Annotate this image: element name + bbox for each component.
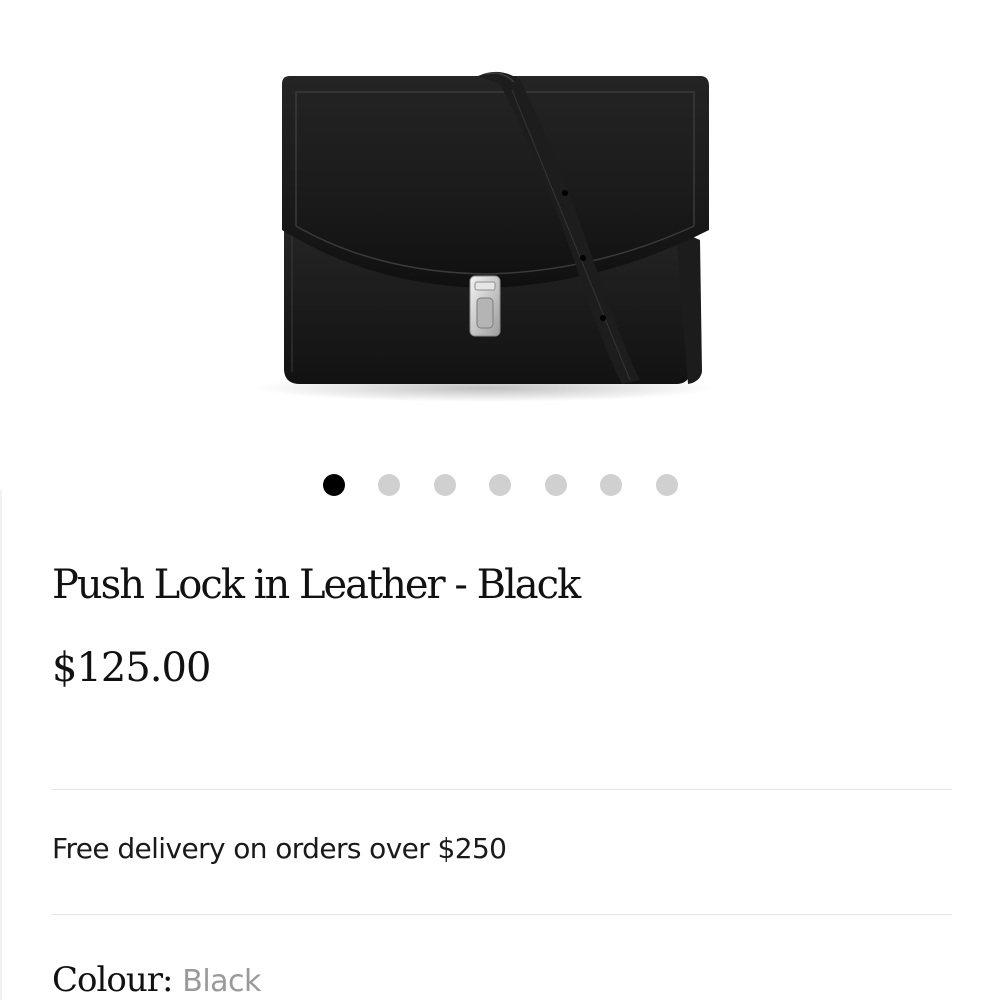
- colour-selector[interactable]: Colour: Black: [52, 960, 261, 1000]
- colour-label: Colour:: [52, 960, 183, 1000]
- carousel-dot-6[interactable]: [600, 474, 622, 496]
- colour-value: Black: [182, 964, 261, 999]
- leather-satchel-photo: [255, 71, 715, 402]
- free-delivery-note: Free delivery on orders over $250: [52, 832, 507, 865]
- product-image[interactable]: [0, 0, 1000, 455]
- carousel-dot-5[interactable]: [544, 474, 567, 496]
- carousel-dot-7[interactable]: [655, 474, 678, 496]
- carousel-dot-3[interactable]: [433, 474, 456, 496]
- divider: [52, 789, 952, 790]
- product-title: Push Lock in Leather - Black: [52, 562, 581, 608]
- content-edge: [0, 490, 2, 1000]
- carousel-dot-1[interactable]: [322, 474, 345, 496]
- image-carousel-dots: [0, 474, 1000, 498]
- product-page: Push Lock in Leather - Black $125.00 Fre…: [0, 0, 1000, 1000]
- carousel-dot-2[interactable]: [378, 474, 400, 496]
- carousel-dot-4[interactable]: [489, 474, 511, 496]
- product-price: $125.00: [52, 645, 211, 691]
- divider: [52, 914, 952, 915]
